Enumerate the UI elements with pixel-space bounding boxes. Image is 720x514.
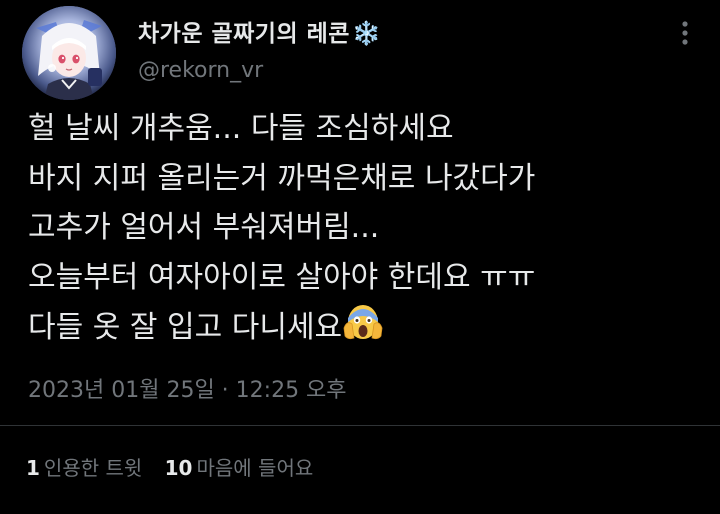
screaming-face-icon [343, 302, 383, 358]
more-options-button[interactable] [672, 20, 698, 46]
tweet-text: 헐 날씨 개추움... 다들 조심하세요 바지 지퍼 올리는거 까먹은채로 나갔… [28, 104, 708, 358]
author-handle[interactable]: @rekorn_vr [138, 58, 263, 83]
like-count: 10 [164, 456, 193, 480]
avatar-illustration [22, 6, 116, 100]
snowflake-emoji: ❄️ [351, 21, 382, 47]
tweet-detail: 차가운 골짜기의 레콘❄️ @rekorn_vr 헐 날씨 개추움... 다들 … [0, 0, 720, 514]
tweet-line-last: 다들 옷 잘 입고 다니세요 [28, 302, 708, 358]
divider [0, 425, 720, 426]
tweet-stats: 1 인용한 트윗 10 마음에 들어요 [26, 452, 313, 481]
quote-count: 1 [26, 456, 40, 480]
tweet-line-text: 다들 옷 잘 입고 다니세요 [28, 310, 343, 345]
tweet-line: 오늘부터 여자아이로 살아야 한데요 ㅠㅠ [28, 259, 536, 295]
author-name-text: 차가운 골짜기의 레콘 [138, 21, 350, 47]
like-label: 마음에 들어요 [196, 456, 314, 480]
tweet-line: 헐 날씨 개추움... 다들 조심하세요 [28, 111, 454, 146]
avatar[interactable] [22, 6, 116, 100]
tweet-line: 고추가 얼어서 부숴져버림... [28, 210, 380, 245]
author-display-name[interactable]: 차가운 골짜기의 레콘❄️ [138, 14, 381, 48]
quote-tweets-link[interactable]: 1 인용한 트윗 [26, 452, 142, 481]
more-dots-icon [682, 21, 688, 45]
likes-link[interactable]: 10 마음에 들어요 [165, 452, 314, 481]
tweet-line: 바지 지퍼 올리는거 까먹은채로 나갔다가 [28, 160, 536, 196]
quote-label: 인용한 트윗 [43, 456, 143, 480]
tweet-timestamp[interactable]: 2023년 01월 25일 · 12:25 오후 [28, 372, 347, 404]
